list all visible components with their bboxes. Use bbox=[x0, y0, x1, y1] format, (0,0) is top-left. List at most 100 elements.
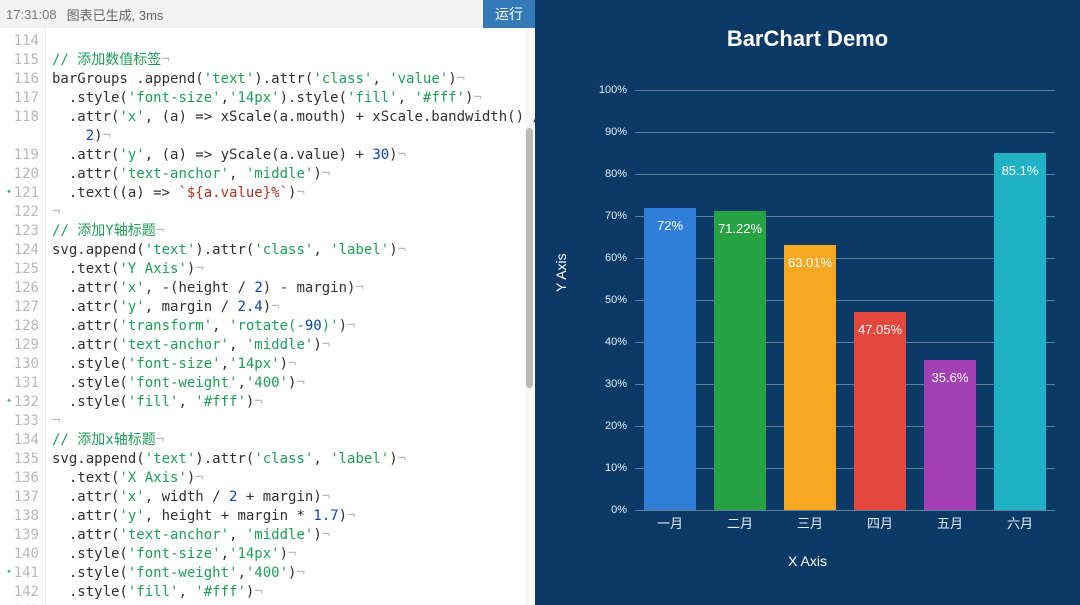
code-line[interactable]: .attr('y', (a) => yScale(a.value) + 30)¬ bbox=[52, 146, 535, 165]
chart-data-labels: 72%71.22% 63.01% 47.05% 35.6% 85.1% bbox=[635, 90, 1055, 510]
chart-y-tick-label: 60% bbox=[605, 252, 627, 264]
chart-x-tick-label: 六月 bbox=[985, 513, 1055, 532]
chart-data-label: 85.1% bbox=[985, 163, 1055, 178]
code-line[interactable]: .attr('x', width / 2 + margin)¬ bbox=[52, 488, 535, 507]
chart-data-label: 71.22% bbox=[705, 221, 775, 236]
line-number: 116 bbox=[0, 70, 39, 89]
chart-title: BarChart Demo bbox=[535, 26, 1080, 52]
line-number: 127 bbox=[0, 298, 39, 317]
chart-y-tick-label: 40% bbox=[605, 336, 627, 348]
line-number: 119 bbox=[0, 146, 39, 165]
status-timestamp: 17:31:08 bbox=[6, 7, 57, 22]
code-line[interactable]: .text('Y Axis')¬ bbox=[52, 260, 535, 279]
chart-y-tick-label: 10% bbox=[605, 462, 627, 474]
chart-x-tick-label: 二月 bbox=[705, 513, 775, 532]
line-number: 120 bbox=[0, 165, 39, 184]
code-line[interactable]: .attr('y', margin / 2.4)¬ bbox=[52, 298, 535, 317]
app-root: 17:31:08 图表已生成, 3ms 运行 114115116117118 1… bbox=[0, 0, 1080, 605]
editor-scrollbar[interactable] bbox=[525, 28, 534, 605]
chart-y-axis-label: Y Axis bbox=[553, 253, 569, 292]
line-number: 117 bbox=[0, 89, 39, 108]
code-line[interactable]: // 添加Y轴标题¬ bbox=[52, 222, 535, 241]
line-number: 128 bbox=[0, 317, 39, 336]
code-line[interactable]: .attr('x', (a) => xScale(a.mouth) + xSca… bbox=[52, 108, 535, 127]
chart-x-tick-label: 一月 bbox=[635, 513, 705, 532]
code-line[interactable]: .style('font-weight','400')¬ bbox=[52, 374, 535, 393]
code-line[interactable]: .attr('text-anchor', 'middle')¬ bbox=[52, 336, 535, 355]
line-number: 129 bbox=[0, 336, 39, 355]
line-number: 140 bbox=[0, 545, 39, 564]
line-number: 123 bbox=[0, 222, 39, 241]
line-number: 134 bbox=[0, 431, 39, 450]
code-line[interactable]: .text('X Axis')¬ bbox=[52, 469, 535, 488]
line-number: 139 bbox=[0, 526, 39, 545]
line-number: 136 bbox=[0, 469, 39, 488]
code-line[interactable]: .attr('text-anchor', 'middle')¬ bbox=[52, 526, 535, 545]
chart-y-tick-label: 30% bbox=[605, 378, 627, 390]
editor-scroll-thumb[interactable] bbox=[526, 128, 533, 388]
line-number: 122 bbox=[0, 203, 39, 222]
chart-x-tick-label: 四月 bbox=[845, 513, 915, 532]
code-line[interactable]: // 添加数值标签¬ bbox=[52, 51, 535, 70]
chart-y-tick-label: 0% bbox=[611, 504, 627, 516]
line-number: 132✦ bbox=[0, 393, 39, 412]
line-number: 135 bbox=[0, 450, 39, 469]
code-line[interactable]: .style('fill', '#fff')¬ bbox=[52, 583, 535, 602]
code-line[interactable]: .attr('y', height + margin * 1.7)¬ bbox=[52, 507, 535, 526]
chart-y-tick-label: 50% bbox=[605, 294, 627, 306]
code-editor[interactable]: 114115116117118 119120121✦12212312412512… bbox=[0, 28, 535, 605]
code-line[interactable]: 2)¬ bbox=[52, 127, 535, 146]
line-number: 131 bbox=[0, 374, 39, 393]
chart-data-label: 72% bbox=[635, 218, 705, 233]
code-line[interactable]: .style('font-size','14px').style('fill',… bbox=[52, 89, 535, 108]
chart-x-tick-label: 五月 bbox=[915, 513, 985, 532]
code-line[interactable]: .style('font-weight','400')¬ bbox=[52, 564, 535, 583]
code-line[interactable]: .style('font-size','14px')¬ bbox=[52, 545, 535, 564]
code-line[interactable]: barGroups .append('text').attr('class', … bbox=[52, 70, 535, 89]
editor-pane: 17:31:08 图表已生成, 3ms 运行 114115116117118 1… bbox=[0, 0, 535, 605]
chart-x-axis-label: X Axis bbox=[535, 553, 1080, 569]
line-number: 138 bbox=[0, 507, 39, 526]
code-line[interactable]: // 添加x轴标题¬ bbox=[52, 431, 535, 450]
chart-plot-area: 0%10%20%30%40%50%60%70%80%90%100% 一月二月三月… bbox=[635, 90, 1055, 510]
code-line[interactable]: ¬ bbox=[52, 203, 535, 222]
line-number: 121✦ bbox=[0, 184, 39, 203]
line-number: 133 bbox=[0, 412, 39, 431]
line-number: 126 bbox=[0, 279, 39, 298]
line-number: 137 bbox=[0, 488, 39, 507]
chart-y-tick-label: 70% bbox=[605, 210, 627, 222]
run-button[interactable]: 运行 bbox=[483, 0, 535, 28]
chart-x-tick-label: 三月 bbox=[775, 513, 845, 532]
status-message: 图表已生成, 3ms bbox=[67, 5, 164, 24]
line-number: 118 bbox=[0, 108, 39, 127]
code-line[interactable]: .attr('text-anchor', 'middle')¬ bbox=[52, 165, 535, 184]
code-line[interactable] bbox=[52, 32, 535, 51]
line-number: 114 bbox=[0, 32, 39, 51]
chart-data-label: 35.6% bbox=[915, 370, 985, 385]
chart-y-tick-label: 90% bbox=[605, 126, 627, 138]
code-line[interactable]: ¬ bbox=[52, 412, 535, 431]
code-line[interactable]: .attr('x', -(height / 2) - margin)¬ bbox=[52, 279, 535, 298]
line-number: 141✦ bbox=[0, 564, 39, 583]
line-number-gutter: 114115116117118 119120121✦12212312412512… bbox=[0, 28, 46, 605]
chart-preview-pane: BarChart Demo Y Axis X Axis 0%10%20%30%4… bbox=[535, 0, 1080, 605]
line-number: 124 bbox=[0, 241, 39, 260]
code-line[interactable]: .text((a) => `${a.value}%`)¬ bbox=[52, 184, 535, 203]
chart-data-label: 47.05% bbox=[845, 322, 915, 337]
code-content[interactable]: // 添加数值标签¬barGroups .append('text').attr… bbox=[46, 28, 535, 605]
chart-y-tick-label: 80% bbox=[605, 168, 627, 180]
code-line[interactable]: .attr('transform', 'rotate(-90)')¬ bbox=[52, 317, 535, 336]
line-number: 130 bbox=[0, 355, 39, 374]
line-number bbox=[0, 127, 39, 146]
chart-y-tick-label: 20% bbox=[605, 420, 627, 432]
chart-gridline bbox=[635, 510, 1055, 511]
line-number: 142 bbox=[0, 583, 39, 602]
code-line[interactable]: svg.append('text').attr('class', 'label'… bbox=[52, 241, 535, 260]
code-line[interactable]: .style('font-size','14px')¬ bbox=[52, 355, 535, 374]
code-line[interactable]: svg.append('text').attr('class', 'label'… bbox=[52, 450, 535, 469]
line-number: 115 bbox=[0, 51, 39, 70]
code-line[interactable]: .style('fill', '#fff')¬ bbox=[52, 393, 535, 412]
chart-data-label: 63.01% bbox=[775, 255, 845, 270]
chart-y-tick-label: 100% bbox=[599, 84, 627, 96]
line-number: 125 bbox=[0, 260, 39, 279]
